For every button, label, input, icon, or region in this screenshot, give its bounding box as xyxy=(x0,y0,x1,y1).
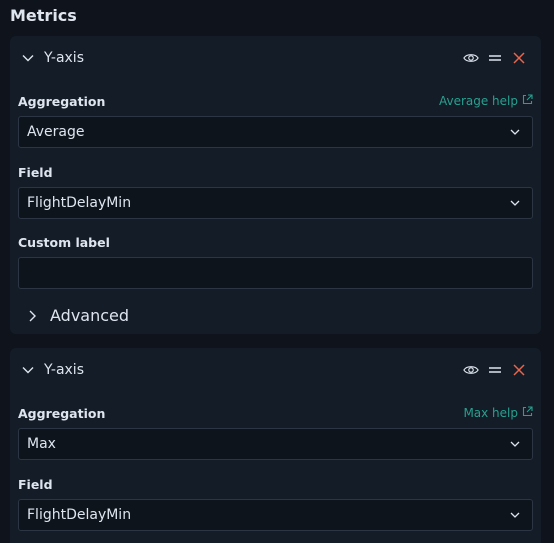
aggregation-select[interactable]: Average xyxy=(18,116,533,148)
aggregation-select-value: Average xyxy=(27,124,85,140)
field-row: Field FlightDelayMin xyxy=(18,477,533,533)
field-select-value: FlightDelayMin xyxy=(27,195,132,211)
agg-panel-header: Y-axis xyxy=(10,348,541,396)
advanced-toggle-button[interactable]: Advanced xyxy=(24,306,129,325)
eye-icon[interactable] xyxy=(463,362,479,378)
close-icon[interactable] xyxy=(511,362,527,378)
external-link-icon xyxy=(522,406,533,420)
aggregation-row: Aggregation Average help Average xyxy=(18,94,533,150)
agg-toggle-button[interactable]: Y-axis xyxy=(20,50,84,66)
drag-handle-icon[interactable] xyxy=(487,50,503,66)
chevron-down-icon xyxy=(20,50,36,66)
aggregation-help-text: Max help xyxy=(463,406,518,420)
aggregation-row: Aggregation Max help Max xyxy=(18,406,533,462)
external-link-icon xyxy=(522,94,533,108)
chevron-right-icon xyxy=(24,308,40,324)
metrics-section-title: Metrics xyxy=(10,6,77,25)
custom-label-label: Custom label xyxy=(18,235,110,250)
metric-agg-panel: Y-axis Aggregation Max help Max Field Fl… xyxy=(10,348,541,543)
custom-label-input[interactable] xyxy=(18,257,533,289)
field-select[interactable]: FlightDelayMin xyxy=(18,499,533,531)
metrics-editor: Metrics Y-axis Aggregation Average help … xyxy=(0,0,554,543)
field-select-value: FlightDelayMin xyxy=(27,507,132,523)
aggregation-help-link[interactable]: Max help xyxy=(463,406,533,420)
advanced-label: Advanced xyxy=(50,306,130,325)
agg-panel-header: Y-axis xyxy=(10,36,541,84)
drag-handle-icon[interactable] xyxy=(487,362,503,378)
aggregation-label: Aggregation xyxy=(18,406,106,421)
chevron-down-icon xyxy=(508,508,522,522)
agg-header-actions xyxy=(463,50,527,66)
agg-panel-title: Y-axis xyxy=(44,50,84,66)
agg-toggle-button[interactable]: Y-axis xyxy=(20,362,84,378)
aggregation-select[interactable]: Max xyxy=(18,428,533,460)
aggregation-help-link[interactable]: Average help xyxy=(439,94,533,108)
field-select[interactable]: FlightDelayMin xyxy=(18,187,533,219)
chevron-down-icon xyxy=(20,362,36,378)
field-label: Field xyxy=(18,477,53,492)
aggregation-help-text: Average help xyxy=(438,94,518,108)
chevron-down-icon xyxy=(508,196,522,210)
metric-agg-panel: Y-axis Aggregation Average help Average … xyxy=(10,36,541,334)
chevron-down-icon xyxy=(508,125,522,139)
close-icon[interactable] xyxy=(511,50,527,66)
agg-panel-title: Y-axis xyxy=(44,362,84,378)
eye-icon[interactable] xyxy=(463,50,479,66)
aggregation-select-value: Max xyxy=(27,436,56,452)
custom-label-row: Custom label xyxy=(18,235,533,291)
chevron-down-icon xyxy=(508,437,522,451)
field-row: Field FlightDelayMin xyxy=(18,165,533,221)
field-label: Field xyxy=(18,165,53,180)
agg-header-actions xyxy=(463,362,527,378)
aggregation-label: Aggregation xyxy=(18,94,106,109)
